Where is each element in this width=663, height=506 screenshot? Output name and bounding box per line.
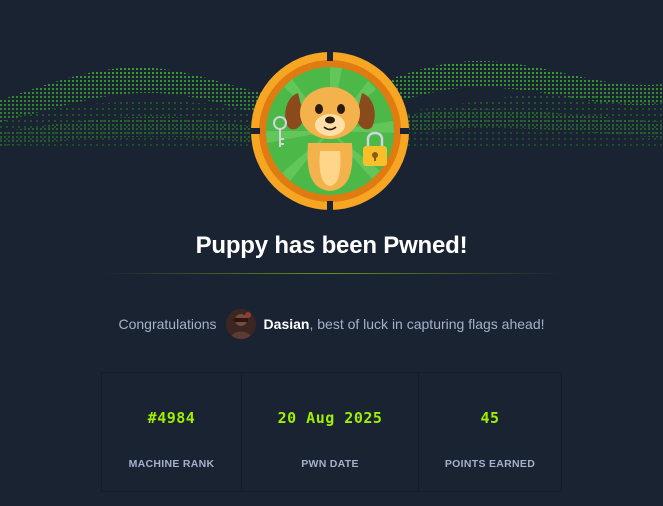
page-title: Puppy has been Pwned! <box>195 232 468 259</box>
congrats-prefix: Congratulations <box>118 316 217 332</box>
congratulations-message: Congratulations Dasian , best of luck in… <box>0 308 663 340</box>
congrats-suffix: , best of luck in capturing flags ahead! <box>309 316 545 332</box>
pwn-date-value: 20 Aug 2025 <box>277 409 383 427</box>
puppy-machine-badge-icon <box>251 52 409 210</box>
points-earned-value: 45 <box>480 409 500 427</box>
stats-panel: #4984 MACHINE RANK 20 Aug 2025 PWN DATE … <box>101 372 562 492</box>
machine-badge <box>250 51 410 211</box>
stat-machine-rank: #4984 MACHINE RANK <box>102 373 242 491</box>
username-link[interactable]: Dasian <box>264 316 310 332</box>
machine-rank-label: MACHINE RANK <box>128 458 215 470</box>
user-avatar-icon <box>225 309 256 339</box>
stat-pwn-date: 20 Aug 2025 PWN DATE <box>242 373 419 491</box>
title-divider <box>101 273 561 274</box>
points-earned-label: POINTS EARNED <box>444 458 536 470</box>
stat-points-earned: 45 POINTS EARNED <box>419 373 561 491</box>
machine-rank-value: #4984 <box>147 409 196 427</box>
pwn-date-label: PWN DATE <box>301 458 359 470</box>
avatar[interactable] <box>225 309 256 339</box>
